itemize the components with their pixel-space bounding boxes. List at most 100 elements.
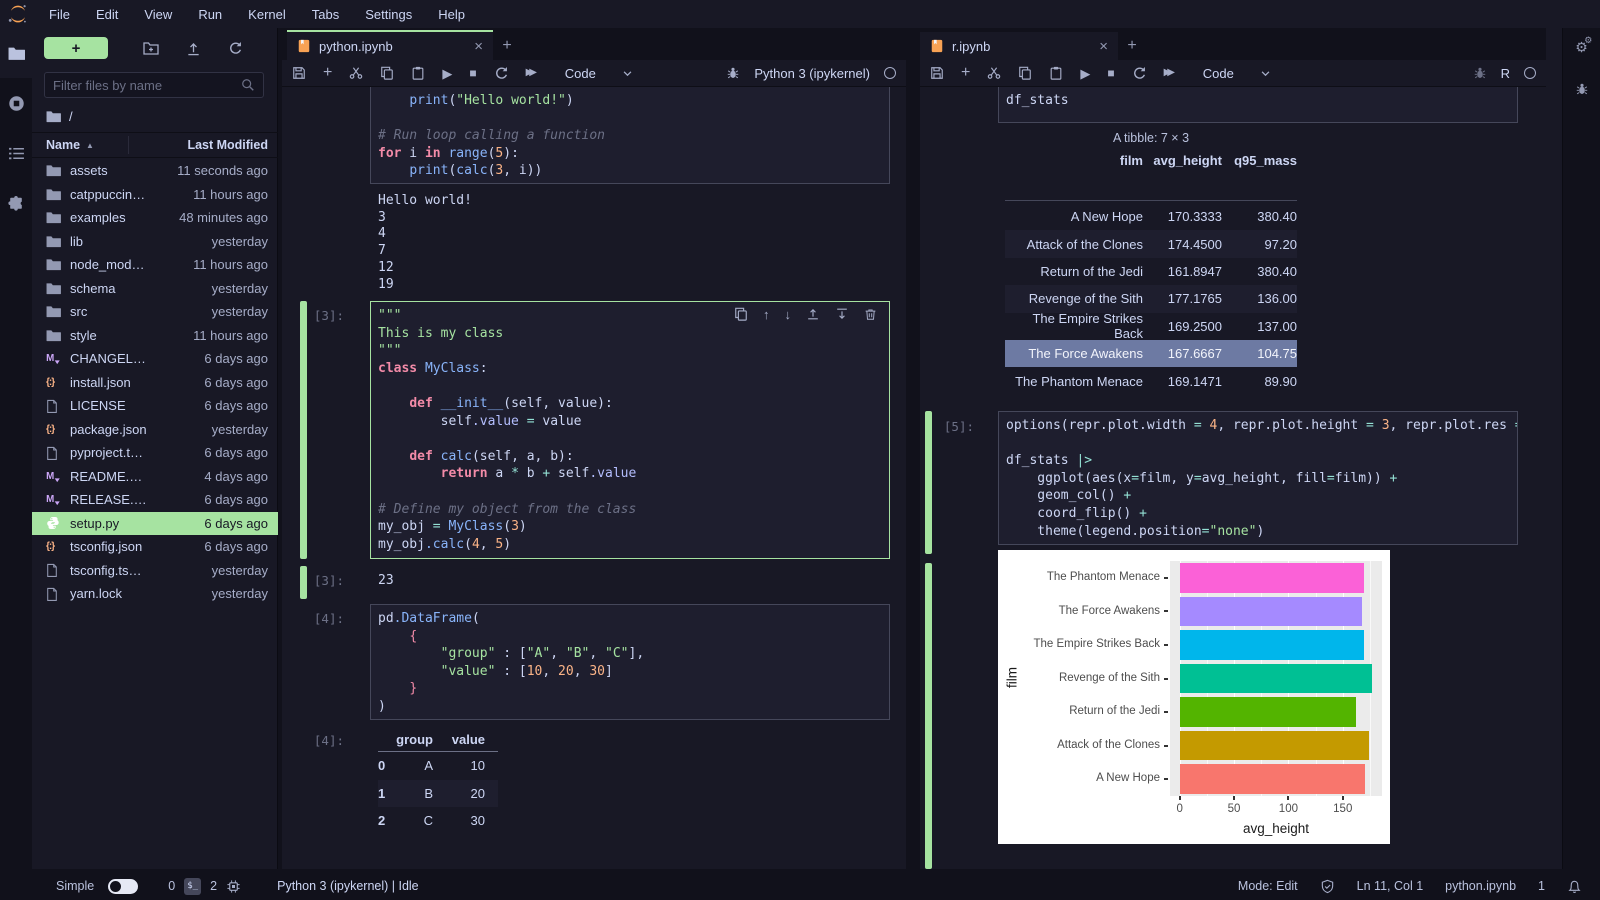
move-cell-down-icon[interactable]: ↓: [785, 307, 792, 321]
run-all-icon[interactable]: ▶▶: [526, 68, 538, 78]
debugger-icon[interactable]: [1473, 66, 1487, 80]
file-row-pyproject.t-[interactable]: pyproject.t… 6 days ago: [32, 441, 278, 465]
active-cell-indicator[interactable]: [925, 563, 932, 869]
run-cell-icon[interactable]: ▶: [442, 67, 452, 80]
new-tab-button[interactable]: +: [1118, 32, 1146, 60]
copy-cell-icon[interactable]: [1018, 66, 1032, 80]
tab-r-ipynb[interactable]: r.ipynb ×: [920, 32, 1118, 60]
folder-file-icon: [46, 329, 66, 342]
cut-cell-icon[interactable]: [349, 66, 363, 80]
file-row-readme.-[interactable]: M README.… 4 days ago: [32, 465, 278, 489]
run-cell-icon[interactable]: ▶: [1080, 67, 1090, 80]
file-row-src[interactable]: src yesterday: [32, 300, 278, 324]
save-icon[interactable]: [292, 66, 306, 80]
tibble-row[interactable]: The Phantom Menace 169.1471 89.90: [1005, 367, 1297, 394]
delete-cell-icon[interactable]: [864, 307, 877, 321]
restart-kernel-icon[interactable]: [494, 66, 509, 81]
tibble-row[interactable]: The Force Awakens 167.6667 104.75: [1005, 339, 1297, 368]
file-row-install.json[interactable]: {:} install.json 6 days ago: [32, 371, 278, 395]
refresh-icon[interactable]: [214, 41, 256, 56]
file-row-schema[interactable]: schema yesterday: [32, 277, 278, 301]
move-cell-up-icon[interactable]: ↑: [763, 307, 770, 321]
trust-shield-icon[interactable]: [1320, 879, 1335, 894]
file-row-lib[interactable]: lib yesterday: [32, 230, 278, 254]
code-cell-dfstats[interactable]: df_stats: [998, 87, 1518, 123]
debugger-icon[interactable]: [726, 66, 740, 80]
tibble-row[interactable]: A New Hope 170.3333 380.40: [1005, 203, 1297, 230]
bell-icon[interactable]: [1567, 879, 1582, 894]
insert-cell-icon[interactable]: +: [961, 65, 970, 81]
duplicate-cell-icon[interactable]: [734, 307, 748, 321]
file-row-yarn.lock[interactable]: yarn.lock yesterday: [32, 582, 278, 606]
menu-help[interactable]: Help: [425, 7, 478, 22]
home-folder-icon[interactable]: [46, 110, 61, 123]
stop-kernel-icon[interactable]: ■: [469, 67, 476, 79]
code-cell-myclass[interactable]: """ This is my class """ class MyClass: def…: [370, 301, 890, 559]
code-cell-ggplot[interactable]: options(repr.plot.width = 4, repr.plot.h…: [998, 411, 1518, 545]
sort-by-name-header[interactable]: Name ▲: [32, 138, 128, 152]
menu-settings[interactable]: Settings: [352, 7, 425, 22]
file-row-release.-[interactable]: M RELEASE.… 6 days ago: [32, 488, 278, 512]
insert-cell-icon[interactable]: +: [323, 65, 332, 81]
table-of-contents-icon[interactable]: [0, 128, 32, 178]
tibble-row[interactable]: Revenge of the Sith 177.1765 136.00: [1005, 285, 1297, 313]
save-icon[interactable]: [930, 66, 944, 80]
running-sessions[interactable]: 0 $_ 2: [168, 877, 241, 895]
menu-file[interactable]: File: [36, 7, 83, 22]
file-row-assets[interactable]: assets 11 seconds ago: [32, 159, 278, 183]
breadcrumb-root[interactable]: /: [69, 109, 73, 124]
restart-kernel-icon[interactable]: [1132, 66, 1147, 81]
active-cell-indicator[interactable]: [300, 301, 307, 559]
tibble-row[interactable]: Return of the Jedi 161.8947 380.40: [1005, 258, 1297, 285]
menu-kernel[interactable]: Kernel: [235, 7, 299, 22]
new-folder-icon[interactable]: [130, 41, 172, 55]
file-row-catppuccin-[interactable]: catppuccin… 11 hours ago: [32, 183, 278, 207]
kernel-status-text[interactable]: Python 3 (ipykernel) | Idle: [277, 879, 419, 893]
file-row-setup.py[interactable]: setup.py 6 days ago: [32, 511, 278, 535]
paste-cell-icon[interactable]: [1049, 66, 1063, 80]
file-row-style[interactable]: style 11 hours ago: [32, 324, 278, 348]
code-cell-dataframe[interactable]: pd.DataFrame( { "group" : ["A", "B", "C"…: [370, 604, 890, 720]
extension-manager-icon[interactable]: [0, 178, 32, 228]
menu-view[interactable]: View: [131, 7, 185, 22]
close-tab-icon[interactable]: ×: [1099, 38, 1108, 55]
cursor-position[interactable]: Ln 11, Col 1: [1357, 879, 1423, 893]
file-row-license[interactable]: LICENSE 6 days ago: [32, 394, 278, 418]
tibble-row[interactable]: Attack of the Clones 174.4500 97.20: [1005, 230, 1297, 258]
cell-type-dropdown[interactable]: Code: [565, 66, 633, 81]
menu-tabs[interactable]: Tabs: [299, 7, 352, 22]
file-row-changel-[interactable]: M CHANGEL… 6 days ago: [32, 347, 278, 371]
code-cell-hello[interactable]: print("Hello world!") # Run loop calling…: [370, 87, 890, 184]
menu-run[interactable]: Run: [185, 7, 235, 22]
upload-icon[interactable]: [172, 41, 214, 56]
sort-by-modified-header[interactable]: Last Modified: [129, 138, 278, 152]
property-inspector-icon[interactable]: ⚙ ⚙: [1575, 36, 1592, 55]
menu-edit[interactable]: Edit: [83, 7, 131, 22]
tab-python-ipynb[interactable]: python.ipynb ×: [287, 30, 493, 60]
debugger-sidebar-icon[interactable]: [1575, 82, 1589, 96]
kernel-name[interactable]: Python 3 (ipykernel): [754, 66, 870, 81]
file-row-examples[interactable]: examples 48 minutes ago: [32, 206, 278, 230]
simple-mode-toggle[interactable]: [108, 878, 139, 894]
mode-indicator[interactable]: Mode: Edit: [1238, 879, 1298, 893]
file-browser-tab-icon[interactable]: [0, 28, 32, 78]
file-row-package.json[interactable]: {:} package.json yesterday: [32, 418, 278, 442]
file-row-tsconfig.json[interactable]: {:} tsconfig.json 6 days ago: [32, 535, 278, 559]
stop-kernel-icon[interactable]: ■: [1107, 67, 1114, 79]
close-tab-icon[interactable]: ×: [474, 38, 483, 55]
insert-cell-below-icon[interactable]: [835, 307, 849, 321]
running-kernels-icon[interactable]: [0, 78, 32, 128]
new-launcher-button[interactable]: +: [44, 37, 108, 59]
file-row-tsconfig.ts-[interactable]: tsconfig.ts… yesterday: [32, 559, 278, 583]
paste-cell-icon[interactable]: [411, 66, 425, 80]
copy-cell-icon[interactable]: [380, 66, 394, 80]
cell-type-dropdown[interactable]: Code: [1203, 66, 1271, 81]
filter-files-input[interactable]: [45, 77, 241, 93]
insert-cell-above-icon[interactable]: [806, 307, 820, 321]
cut-cell-icon[interactable]: [987, 66, 1001, 80]
run-all-icon[interactable]: ▶▶: [1164, 68, 1176, 78]
new-tab-button[interactable]: +: [493, 32, 521, 60]
tibble-row[interactable]: The Empire Strikes Back 169.2500 137.00: [1005, 311, 1297, 341]
kernel-name[interactable]: R: [1501, 66, 1510, 81]
file-row-node-mod-[interactable]: node_mod… 11 hours ago: [32, 253, 278, 277]
